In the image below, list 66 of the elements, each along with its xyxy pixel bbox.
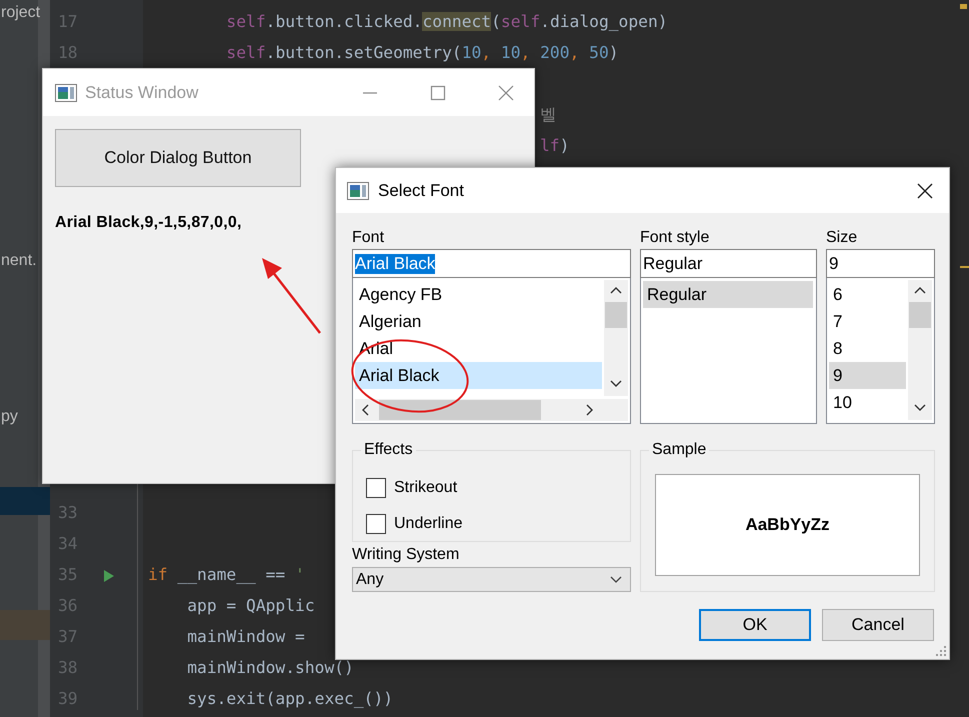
chevron-left-icon[interactable]: [361, 404, 369, 416]
tree-item[interactable]: nent.: [1, 248, 37, 274]
tree-item[interactable]: roject: [1, 0, 40, 26]
code-line: self.button.clicked.connect(self.dialog_open): [225, 11, 668, 34]
list-item[interactable]: Regular: [643, 281, 813, 308]
code-line: 벨: [540, 104, 556, 126]
code-line: sys.exit(app.exec_()): [186, 688, 394, 710]
checkbox[interactable]: [366, 478, 386, 498]
tree-item[interactable]: py: [1, 404, 18, 430]
code-line: lf): [540, 135, 570, 158]
window-title: Status Window: [85, 82, 198, 104]
input-field[interactable]: Regular: [640, 249, 817, 278]
window-icon: [55, 84, 77, 102]
chevron-down-icon[interactable]: [914, 404, 926, 412]
scroll-thumb[interactable]: [605, 302, 627, 328]
list-item[interactable]: Algerian: [355, 308, 602, 335]
list-box[interactable]: Regular: [640, 278, 817, 424]
chevron-up-icon[interactable]: [914, 286, 926, 294]
window-icon: [347, 182, 369, 200]
close-icon[interactable]: [917, 182, 933, 198]
color-dialog-button[interactable]: Color Dialog Button: [55, 129, 301, 187]
code-line: mainWindow.show(): [186, 657, 354, 680]
vertical-scrollbar[interactable]: [604, 280, 628, 396]
field-label: Font: [352, 228, 384, 248]
list-item[interactable]: 6: [829, 281, 906, 308]
vertical-scrollbar[interactable]: [908, 280, 932, 420]
error-stripe-mark: [960, 4, 967, 9]
dialog-title: Select Font: [378, 180, 464, 202]
field-label: Font style: [640, 228, 710, 248]
code-line: self.button.setGeometry(10, 10, 200, 50): [225, 42, 619, 64]
field-label: Size: [826, 228, 858, 248]
code-line: mainWindow =: [186, 626, 305, 648]
input-field[interactable]: 9: [826, 249, 935, 278]
row-highlight: [0, 610, 50, 640]
list-item[interactable]: Arial Black: [355, 362, 602, 389]
writing-system-dropdown[interactable]: Any: [352, 567, 631, 592]
list-item[interactable]: 8: [829, 335, 906, 362]
code-line: if __name__ == ': [148, 564, 305, 586]
scroll-thumb[interactable]: [909, 302, 931, 328]
checkbox-label: Strikeout: [394, 478, 458, 498]
error-stripe-mark: [960, 266, 969, 268]
font-info-label: Arial Black,9,-1,5,87,0,0,: [55, 213, 242, 233]
code-line: app = QApplic: [186, 595, 315, 618]
input-field[interactable]: Arial Black: [352, 249, 631, 278]
dialog-button[interactable]: OK: [699, 609, 811, 641]
maximize-icon[interactable]: [430, 84, 446, 100]
list-item[interactable]: 9: [829, 362, 906, 389]
selected-row-highlight: [0, 487, 50, 515]
chevron-up-icon[interactable]: [610, 286, 622, 294]
dialog-button[interactable]: Cancel: [822, 609, 934, 641]
run-icon[interactable]: [103, 568, 115, 582]
chevron-right-icon[interactable]: [586, 404, 594, 416]
resize-grip-icon[interactable]: [935, 645, 947, 657]
list-item[interactable]: Agency FB: [355, 281, 602, 308]
chevron-down-icon[interactable]: [610, 576, 622, 584]
scroll-thumb[interactable]: [379, 400, 541, 420]
list-item[interactable]: 7: [829, 308, 906, 335]
list-item[interactable]: 10: [829, 389, 906, 416]
checkbox[interactable]: [366, 514, 386, 534]
field-label: Writing System: [352, 545, 460, 565]
list-box[interactable]: 6 7 8 9 10: [826, 278, 935, 424]
group-label: Sample: [649, 440, 710, 460]
horizontal-scrollbar[interactable]: [355, 399, 628, 421]
chevron-down-icon[interactable]: [610, 380, 622, 388]
checkbox-label: Underline: [394, 514, 462, 534]
sample-text: AaBbYyZz: [745, 514, 830, 536]
